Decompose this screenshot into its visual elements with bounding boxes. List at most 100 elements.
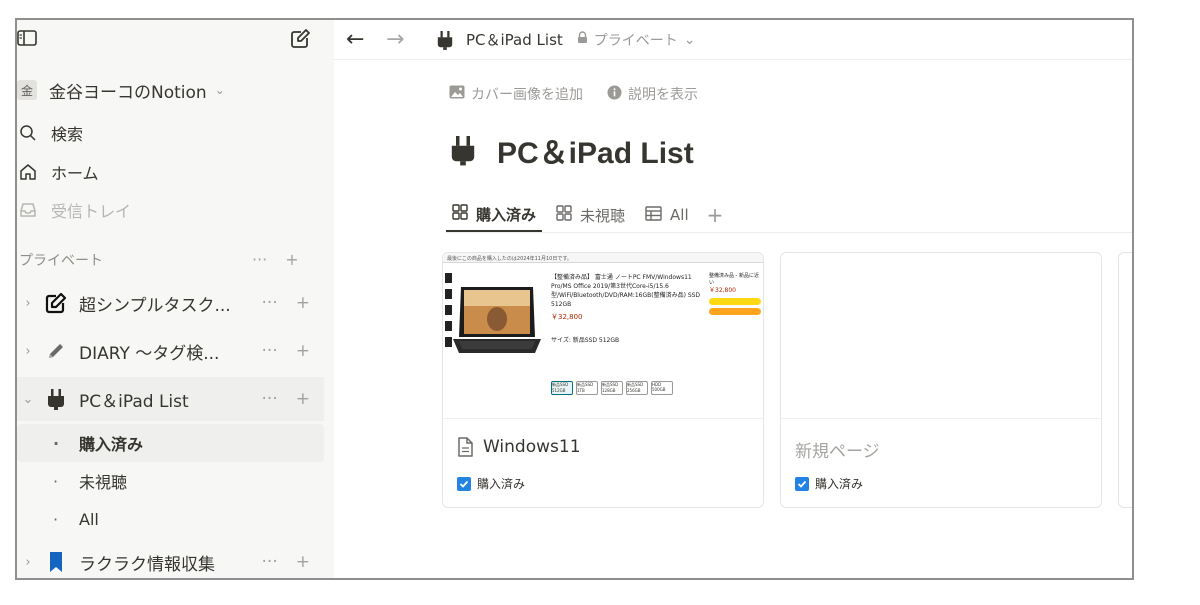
page-actions: カバー画像を追加 説明を表示 [449,84,698,104]
sidebar-page-info[interactable]: › ラクラク情報収集 ··· + [17,540,324,578]
inbox-icon [17,199,39,221]
bullet: · [53,433,60,453]
show-description-button[interactable]: 説明を表示 [607,84,698,104]
chevron-right-icon[interactable]: › [17,344,39,359]
tabs-divider [446,232,1132,233]
product-details: 【整備済み品】 富士通 ノートPC FMV/Windows11 Pro/MS O… [551,273,706,345]
purchase-notice: 最後にこの商品を購入したのは2024年11月10日です。 [443,253,763,263]
nav-home[interactable]: ホーム [17,159,99,185]
size-options: 新品SSD 512GB 新品SSD 1TB 新品SSD 128GB 新品SSD … [551,381,673,395]
buy-box-title: 整備済み品 - 新品に近い [709,273,759,286]
add-subpage-icon[interactable]: + [296,293,310,313]
row-actions: ··· + [262,341,310,361]
add-subpage-icon[interactable]: + [296,389,310,409]
view-tabs: 購入済み 未視聴 All + [446,198,723,232]
add-cover-button[interactable]: カバー画像を追加 [449,84,583,104]
sidebar-page-title: PC＆iPad List [79,391,189,412]
topbar: ← → PC＆iPad List プライベート ⌄ [334,20,1132,60]
add-to-cart-bar [709,298,761,305]
tab-all[interactable]: All [639,198,695,232]
tab-purchased[interactable]: 購入済み [446,198,543,232]
card-title-text: 新規ページ [795,442,880,462]
product-title: 【整備済み品】 富士通 ノートPC FMV/Windows11 Pro/MS O… [551,274,701,308]
tab-unwatched[interactable]: 未視聴 [550,198,631,232]
new-page-icon[interactable] [290,27,312,49]
show-description-label: 説明を表示 [628,87,698,103]
page-title-text: PC＆iPad List [497,137,694,170]
gallery-card-partial[interactable] [1118,252,1132,508]
card-cover [781,253,1101,419]
page-title[interactable]: PC＆iPad List [449,128,694,172]
pencil-icon [43,338,69,364]
subpage-label: 購入済み [79,435,144,454]
add-cover-label: カバー画像を追加 [471,87,583,103]
gallery-card[interactable]: 新規ページ 購入済み [780,252,1102,508]
breadcrumb[interactable]: PC＆iPad List [436,29,563,51]
gallery-icon [556,205,572,225]
bullet: · [53,471,59,491]
sidebar: 金 金谷ヨーコのNotion ⌄ 検索 ホーム 受信トレイ プライベート ···… [17,20,334,578]
more-icon[interactable]: ··· [262,341,278,361]
sidebar-page-tasks[interactable]: › 超シンプルタスク... ··· + [17,281,324,325]
add-page-icon[interactable]: + [285,250,298,269]
checkbox-checked-icon[interactable] [795,476,809,491]
buy-box: 整備済み品 - 新品に近い ￥32,800 [709,273,761,315]
property-label: 購入済み [815,477,864,491]
sidebar-header [17,20,334,60]
sidebar-subpage-purchased[interactable]: · 購入済み [17,424,324,462]
app-window: 金 金谷ヨーコのNotion ⌄ 検索 ホーム 受信トレイ プライベート ···… [15,18,1134,580]
card-property: 購入済み [795,475,863,492]
card-title: 新規ページ [795,437,880,462]
sidebar-page-diary[interactable]: › DIARY 〜タグ検... ··· + [17,329,324,373]
sidebar-page-title: 超シンプルタスク... [79,295,231,316]
more-icon[interactable]: ··· [262,552,278,572]
chevron-down-icon[interactable]: ⌄ [17,392,39,407]
main-content: ← → PC＆iPad List プライベート ⌄ カバー画像を追加 説明を表示… [334,20,1132,578]
page-icon [457,437,473,457]
privacy-selector[interactable]: プライベート ⌄ [577,30,696,50]
gallery-icon [452,204,468,224]
bullet: · [53,509,59,529]
size-option: HDD 500GB [651,381,673,395]
sidebar-subpage-all[interactable]: · All [17,500,324,538]
chevron-down-icon: ⌄ [683,31,696,48]
more-icon[interactable]: ··· [252,250,267,269]
info-icon [607,85,622,104]
sidebar-subpage-unwatched[interactable]: · 未視聴 [17,462,324,500]
card-property: 購入済み [457,475,525,492]
section-actions: ··· + [252,250,299,269]
nav-search[interactable]: 検索 [17,120,83,146]
subpage-label: All [79,509,99,529]
workspace-switcher[interactable]: 金 金谷ヨーコのNotion ⌄ [17,76,225,104]
chevron-down-icon: ⌄ [214,83,225,97]
size-option: 新品SSD 128GB [601,381,623,395]
plug-icon[interactable] [449,133,481,167]
table-icon [645,205,662,225]
sidebar-page-pc-ipad[interactable]: ⌄ PC＆iPad List ··· + [17,377,324,421]
breadcrumb-title: PC＆iPad List [466,31,563,49]
add-subpage-icon[interactable]: + [296,341,310,361]
checkbox-checked-icon[interactable] [457,476,471,491]
nav-inbox[interactable]: 受信トレイ [17,197,131,223]
more-icon[interactable]: ··· [262,389,278,409]
add-view-icon[interactable]: + [707,203,724,227]
row-actions: ··· + [262,389,310,409]
size-option: 新品SSD 1TB [576,381,598,395]
chevron-right-icon[interactable]: › [17,555,39,570]
back-arrow-icon[interactable]: ← [346,27,376,52]
forward-arrow-icon[interactable]: → [386,27,416,52]
row-actions: ··· + [262,552,310,572]
row-actions: ··· + [262,293,310,313]
search-icon [17,122,39,144]
nav-home-label: ホーム [51,164,99,183]
subpage-label: 未視聴 [79,473,128,492]
section-label-private[interactable]: プライベート [19,250,103,270]
sidebar-toggle-icon[interactable] [17,29,37,47]
add-subpage-icon[interactable]: + [296,552,310,572]
chevron-right-icon[interactable]: › [17,296,39,311]
gallery-card[interactable]: 最後にこの商品を購入したのは2024年11月10日です。 【整備済み品】 富士通… [442,252,764,508]
tab-label: 購入済み [476,205,537,224]
nav-inbox-label: 受信トレイ [51,202,132,221]
more-icon[interactable]: ··· [262,293,278,313]
size-label: サイズ: 新品SSD 512GB [551,337,620,344]
